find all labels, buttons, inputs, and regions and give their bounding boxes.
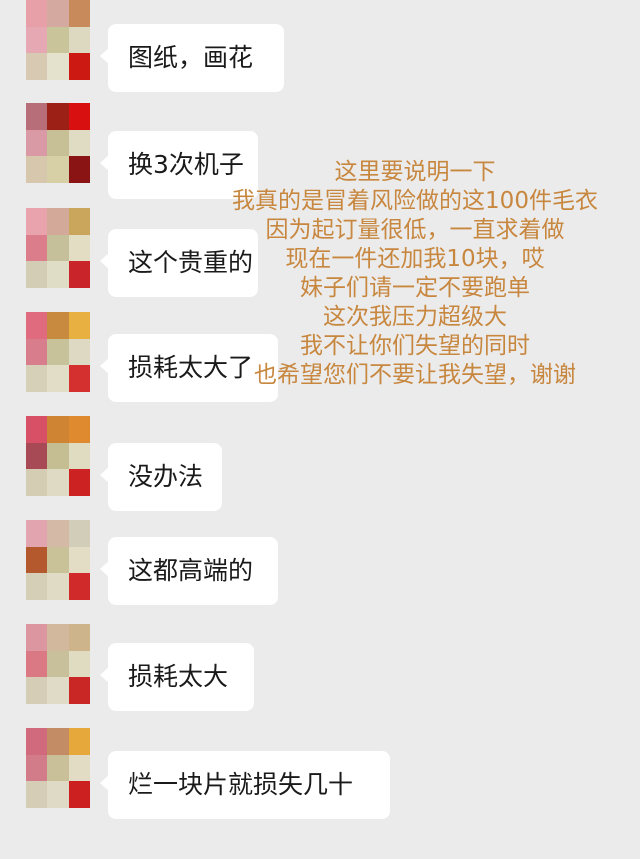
avatar-pixel [47,312,69,339]
avatar-pixel [26,520,48,547]
avatar-pixel [47,442,69,470]
message-text: 换3次机子 [128,150,244,179]
avatar-pixel [26,156,48,183]
avatar-pixel [26,0,48,27]
avatar-pixel [26,573,48,600]
avatar-pixel [47,781,69,808]
avatar-pixel [26,416,48,443]
message-text: 没办法 [128,462,204,491]
avatar-pixel [47,26,69,54]
avatar[interactable] [26,624,90,704]
avatar-pixel [68,208,90,235]
avatar-pixel [26,129,48,157]
avatar-pixel [47,234,69,262]
avatar-pixel [26,442,48,470]
avatar-pixel [68,677,90,704]
message-text: 损耗太大了 [128,353,254,382]
avatar[interactable] [26,312,90,392]
avatar[interactable] [26,728,90,808]
avatar-pixel [68,754,90,782]
avatar-pixel [47,338,69,366]
avatar-pixel [68,573,90,600]
avatar-pixel [68,129,90,157]
avatar-pixel [68,442,90,470]
avatar-pixel [26,208,48,235]
avatar-pixel [68,650,90,678]
avatar-pixel [47,208,69,235]
avatar-pixel [26,338,48,366]
avatar-pixel [47,365,69,392]
message-bubble[interactable]: 烂一块片就损失几十 [100,751,390,819]
avatar-pixel [47,53,69,80]
avatar-pixel [47,520,69,547]
avatar-pixel [68,26,90,54]
avatar-pixel [68,365,90,392]
avatar-pixel [47,624,69,651]
avatar-pixel [68,53,90,80]
avatar-pixel [26,312,48,339]
avatar-pixel [68,469,90,496]
message-bubble[interactable]: 没办法 [100,443,222,511]
avatar[interactable] [26,416,90,496]
avatar-pixel [68,728,90,755]
avatar-pixel [68,103,90,130]
avatar-pixel [47,156,69,183]
avatar-pixel [68,520,90,547]
avatar-pixel [47,416,69,443]
avatar-pixel [26,261,48,288]
avatar-pixel [47,728,69,755]
avatar-pixel [26,754,48,782]
avatar-pixel [47,650,69,678]
avatar[interactable] [26,0,90,80]
message-text: 这个贵重的 [128,248,254,277]
message-text: 烂一块片就损失几十 [128,770,354,799]
avatar-pixel [26,26,48,54]
avatar-pixel [26,234,48,262]
message-text: 这都高端的 [128,556,254,585]
avatar-pixel [68,416,90,443]
avatar-pixel [68,156,90,183]
message-bubble[interactable]: 损耗太大了 [100,334,278,402]
avatar-pixel [26,469,48,496]
avatar-pixel [47,261,69,288]
avatar-pixel [68,312,90,339]
avatar-pixel [47,103,69,130]
avatar-pixel [47,469,69,496]
avatar[interactable] [26,103,90,183]
avatar-pixel [26,650,48,678]
avatar-pixel [47,546,69,574]
message-bubble[interactable]: 损耗太大 [100,643,254,711]
avatar-pixel [47,573,69,600]
avatar-pixel [26,53,48,80]
overlay-line: 这次我压力超级大 [323,304,507,330]
avatar-pixel [68,0,90,27]
avatar-pixel [68,261,90,288]
avatar-pixel [26,546,48,574]
avatar-pixel [26,781,48,808]
avatar-pixel [47,129,69,157]
avatar-pixel [47,754,69,782]
message-bubble[interactable]: 图纸，画花 [100,24,284,92]
message-bubble[interactable]: 这都高端的 [100,537,278,605]
avatar-pixel [68,338,90,366]
message-bubble[interactable]: 这个贵重的 [100,229,258,297]
avatar-pixel [26,624,48,651]
avatar-pixel [26,365,48,392]
avatar-pixel [26,103,48,130]
avatar-pixel [47,677,69,704]
avatar-pixel [68,781,90,808]
avatar-pixel [47,0,69,27]
avatar[interactable] [26,520,90,600]
message-bubble[interactable]: 换3次机子 [100,131,258,199]
message-text: 图纸，画花 [128,43,254,72]
avatar-pixel [68,234,90,262]
avatar-pixel [26,728,48,755]
message-text: 损耗太大 [128,662,229,691]
avatar[interactable] [26,208,90,288]
avatar-pixel [68,546,90,574]
avatar-pixel [26,677,48,704]
avatar-pixel [68,624,90,651]
